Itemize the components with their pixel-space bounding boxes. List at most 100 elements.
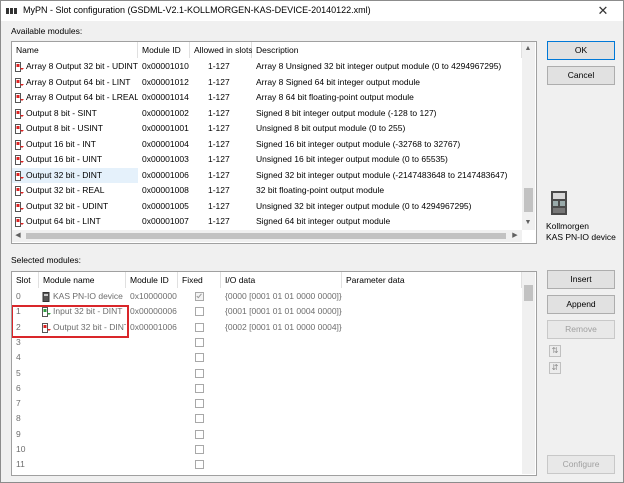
output-module-icon xyxy=(15,155,24,165)
available-module-row[interactable]: Output 64 bit - LINT 0x00001007 1-127 Signe… xyxy=(12,214,522,230)
selected-vertical-scrollbar[interactable] xyxy=(522,272,535,474)
close-icon[interactable]: ✕ xyxy=(589,2,617,20)
selected-module-row[interactable]: 4 xyxy=(12,350,522,366)
available-module-row[interactable]: Output 32 bit - UDINT 0x00001005 1-127 Unsi… xyxy=(12,199,522,215)
available-module-row[interactable]: Output 16 bit - INT 0x00001004 1-127 Signed… xyxy=(12,137,522,153)
slot-number: 11 xyxy=(16,459,25,470)
column-header-name[interactable]: Name xyxy=(12,42,138,58)
available-module-row[interactable]: Array 8 Output 32 bit - UDINT 0x00001010 1… xyxy=(12,59,522,75)
selected-modules-grid[interactable]: Slot Module name Module ID Fixed I/O dat… xyxy=(11,271,537,476)
output-module-icon xyxy=(15,108,24,119)
io-data xyxy=(221,442,342,458)
fixed-checkbox[interactable] xyxy=(195,353,204,363)
fixed-checkbox[interactable] xyxy=(195,445,204,454)
parameter-data xyxy=(342,335,522,351)
module-name: Output 8 bit - USINT xyxy=(26,123,103,133)
module-id: 0x00001014 xyxy=(142,92,189,102)
available-module-row[interactable]: Output 32 bit - REAL 0x00001008 1-127 32 bi… xyxy=(12,183,522,199)
column-header-module-id[interactable]: Module ID xyxy=(138,42,190,58)
cancel-button[interactable]: Cancel xyxy=(547,66,615,85)
module-id: 0x00001006 xyxy=(142,169,189,180)
module-description: Unsigned 16 bit integer output module (0… xyxy=(256,154,448,164)
app-icon xyxy=(6,8,17,14)
append-button[interactable]: Append xyxy=(547,295,615,314)
available-hscroll-thumb[interactable] xyxy=(26,233,506,239)
selected-modules-label: Selected modules: xyxy=(11,255,81,265)
move-up-icon[interactable]: ⇅ xyxy=(549,345,561,357)
output-module-icon xyxy=(15,217,24,227)
fixed-checkbox[interactable] xyxy=(195,399,204,409)
module-description: Unsigned 8 bit output module (0 to 255) xyxy=(256,123,406,133)
module-id xyxy=(126,442,178,458)
device-image-icon xyxy=(551,191,567,215)
checkmark-icon xyxy=(196,293,202,299)
fixed-checkbox[interactable] xyxy=(195,460,204,470)
available-module-row[interactable]: Array 8 Output 64 bit - LREAL 0x00001014 1… xyxy=(12,90,522,106)
selected-module-row[interactable]: 5 xyxy=(12,366,522,382)
fixed-checkbox[interactable] xyxy=(195,322,204,332)
selected-module-row[interactable]: 10 xyxy=(12,442,522,458)
allowed-slots: 1-127 xyxy=(208,200,230,211)
fixed-checkbox[interactable] xyxy=(195,307,204,317)
scroll-up-arrow-icon[interactable]: ▲ xyxy=(522,44,534,54)
slot-number: 7 xyxy=(16,398,21,409)
insert-button[interactable]: Insert xyxy=(547,270,615,289)
column-header-module-name[interactable]: Module name xyxy=(39,272,126,288)
selected-module-row[interactable]: 11 xyxy=(12,457,522,473)
io-data xyxy=(221,457,342,473)
available-horizontal-scrollbar[interactable]: ◀ ▶ xyxy=(12,230,522,242)
fixed-checkbox[interactable] xyxy=(195,383,204,393)
module-description: Array 8 64 bit floating-point output mod… xyxy=(256,92,414,102)
available-module-row[interactable]: Output 16 bit - UINT 0x00001003 1-127 Unsig… xyxy=(12,152,522,168)
selected-module-row[interactable]: 8 xyxy=(12,411,522,427)
available-module-row[interactable]: Output 8 bit - USINT 0x00001001 1-127 Unsig… xyxy=(12,121,522,137)
parameter-data xyxy=(342,289,522,305)
ok-button[interactable]: OK xyxy=(547,41,615,60)
column-header-allowed-slots[interactable]: Allowed in slots xyxy=(190,42,253,58)
fixed-checkbox[interactable] xyxy=(195,292,204,301)
selected-module-row[interactable]: 0 KAS PN-IO device 0x10000000 {0000 [0001 0… xyxy=(12,289,522,305)
column-header-slot[interactable]: Slot xyxy=(12,272,39,288)
scroll-down-arrow-icon[interactable]: ▼ xyxy=(522,218,534,228)
output-module-icon xyxy=(15,124,24,134)
module-description: Signed 16 bit integer output module (-32… xyxy=(256,138,461,149)
configure-button[interactable]: Configure xyxy=(547,455,615,474)
scroll-left-arrow-icon[interactable]: ◀ xyxy=(12,231,24,241)
module-id: 0x10000000 xyxy=(130,291,177,301)
column-header-fixed[interactable]: Fixed xyxy=(178,272,221,288)
module-description: Signed 8 bit integer output module (-128… xyxy=(256,107,437,118)
available-vertical-scrollbar[interactable]: ▲ ▼ xyxy=(522,42,535,230)
module-description: 32 bit floating-point output module xyxy=(256,185,385,195)
available-scroll-thumb[interactable] xyxy=(524,188,533,212)
move-down-icon[interactable]: ⇵ xyxy=(549,362,561,374)
selected-module-row[interactable]: 6 xyxy=(12,381,522,397)
module-description: Array 8 Signed 64 bit integer output mod… xyxy=(256,76,420,87)
column-header-io-data[interactable]: I/O data xyxy=(221,272,342,288)
column-header-description[interactable]: Description xyxy=(252,42,522,58)
module-id: 0x00001002 xyxy=(142,107,189,118)
selected-module-row[interactable]: 7 xyxy=(12,396,522,412)
selected-module-row[interactable]: 9 xyxy=(12,427,522,443)
available-modules-grid[interactable]: Name Module ID Allowed in slots Descript… xyxy=(11,41,537,244)
fixed-checkbox[interactable] xyxy=(195,368,204,378)
module-id: 0x00001001 xyxy=(142,123,189,133)
io-data: {0002 [0001 01 01 0000 0004]} xyxy=(225,321,342,332)
slot-number: 4 xyxy=(16,352,21,363)
fixed-checkbox[interactable] xyxy=(195,414,204,424)
column-header-module-id[interactable]: Module ID xyxy=(126,272,178,288)
column-header-parameter-data[interactable]: Parameter data xyxy=(342,272,522,288)
scroll-right-arrow-icon[interactable]: ▶ xyxy=(509,231,521,241)
available-module-row[interactable]: Output 32 bit - DINT 0x00001006 1-127 Signe… xyxy=(12,167,522,183)
module-name: Output 16 bit - INT xyxy=(26,138,96,149)
fixed-checkbox[interactable] xyxy=(195,337,204,347)
module-description: Array 8 Unsigned 32 bit integer output m… xyxy=(256,61,502,71)
remove-button[interactable]: Remove xyxy=(547,320,615,339)
parameter-data xyxy=(342,442,522,458)
module-name: Array 8 Output 32 bit - UDINT xyxy=(26,61,138,71)
fixed-checkbox[interactable] xyxy=(195,429,204,439)
available-module-row[interactable]: Array 8 Output 64 bit - LINT 0x00001012 1-… xyxy=(12,75,522,91)
selected-scroll-thumb[interactable] xyxy=(524,285,533,301)
module-description: Signed 64 bit integer output module xyxy=(256,216,391,226)
module-id: 0x00001008 xyxy=(142,185,189,195)
available-module-row[interactable]: Output 8 bit - SINT 0x00001002 1-127 Signed… xyxy=(12,106,522,122)
